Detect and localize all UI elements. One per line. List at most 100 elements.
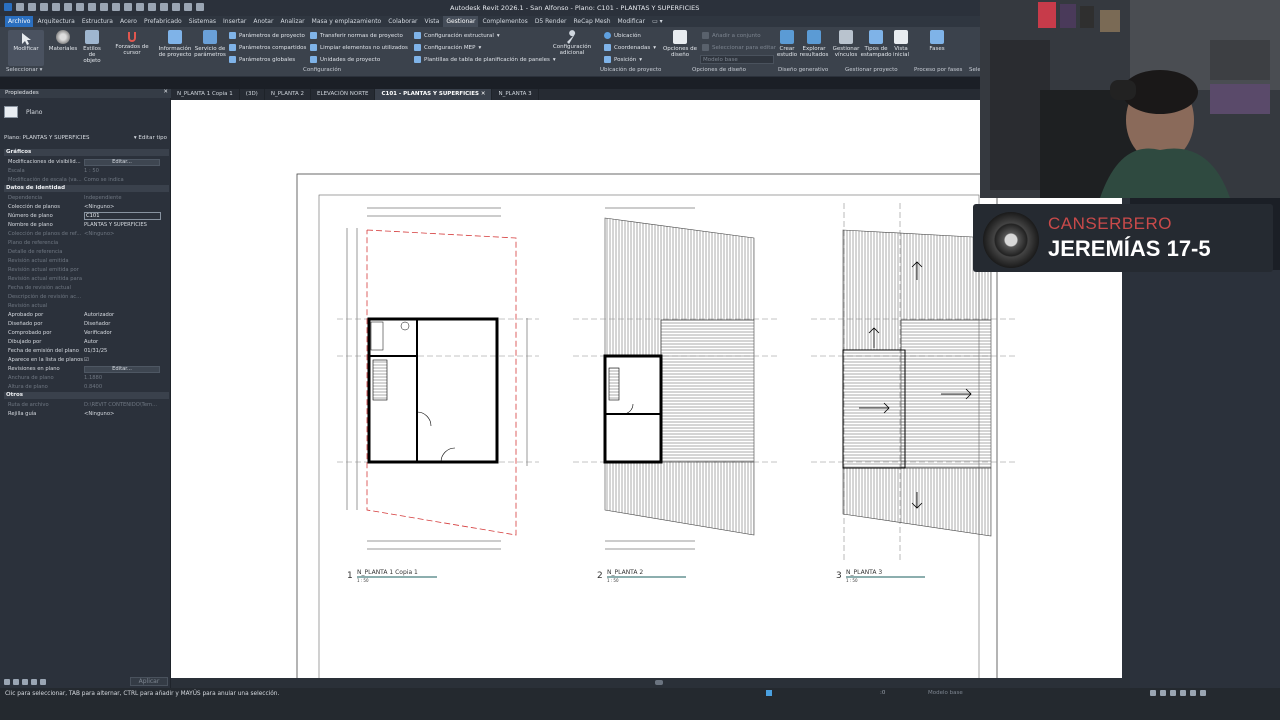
property-row[interactable]: Fecha de revisión actual [8, 284, 168, 293]
thin-lines-icon[interactable] [160, 3, 168, 11]
starting-view-button[interactable]: Vista inicial [892, 30, 910, 58]
properties-section-header[interactable]: Datos de identidad [4, 185, 169, 192]
tab-arquitectura[interactable]: Arquitectura [34, 16, 77, 27]
property-row[interactable]: Número de plano C101 [8, 212, 168, 221]
view-tab-planta3[interactable]: N_PLANTA 3 [492, 89, 539, 100]
decal-types-button[interactable]: Tipos de estampado [861, 30, 891, 58]
project-parameters-button[interactable]: Parámetros de proyecto [229, 32, 305, 39]
design-options-button[interactable]: Opciones de diseño [662, 30, 698, 58]
tab-sistemas[interactable]: Sistemas [186, 16, 219, 27]
property-row[interactable]: Anchura de plano 1.1880 [8, 374, 168, 383]
tab-analizar[interactable]: Analizar [277, 16, 307, 27]
close-hidden-icon[interactable] [172, 3, 180, 11]
property-row[interactable]: Colección de planos de ref... <Ninguno> [8, 230, 168, 239]
project-units-button[interactable]: Unidades de proyecto [310, 56, 380, 63]
tool-icon[interactable] [22, 679, 28, 685]
filter-icon[interactable] [1200, 690, 1206, 696]
position-button[interactable]: Posición ▾ [604, 56, 642, 63]
property-row[interactable]: Descripción de revisión ac... [8, 293, 168, 302]
transfer-standards-button[interactable]: Transferir normas de proyecto [310, 32, 403, 39]
property-row[interactable]: Revisión actual emitida [8, 257, 168, 266]
tab-anotar[interactable]: Anotar [250, 16, 276, 27]
tab-gestionar[interactable]: Gestionar [443, 16, 479, 27]
property-row[interactable]: Detalle de referencia [8, 248, 168, 257]
properties-section-header[interactable]: Gráficos [4, 149, 169, 156]
tab-modificar[interactable]: Modificar [615, 16, 649, 27]
property-row[interactable]: Modificación de escala (va... Como se ind… [8, 176, 168, 185]
modify-button[interactable]: Modificar [8, 30, 44, 66]
tag-icon[interactable] [112, 3, 120, 11]
tab-archivo[interactable]: Archivo [5, 16, 34, 27]
tool-icon[interactable] [13, 679, 19, 685]
horizontal-scrollbar[interactable] [171, 678, 1130, 688]
select-links-icon[interactable] [1150, 690, 1156, 696]
tab-prefabricado[interactable]: Prefabricado [141, 16, 185, 27]
property-value[interactable]: C101 [84, 212, 161, 220]
tool-icon[interactable] [40, 679, 46, 685]
customize-icon[interactable] [196, 3, 204, 11]
global-parameters-button[interactable]: Parámetros globales [229, 56, 295, 63]
snaps-button[interactable]: Forzados de cursor [106, 30, 158, 56]
manage-links-button[interactable]: Gestionar vínculos [832, 30, 860, 58]
property-row[interactable]: Diseñado por Diseñador [8, 320, 168, 329]
drag-elements-icon[interactable] [1190, 690, 1196, 696]
select-pinned-icon[interactable] [1170, 690, 1176, 696]
property-row[interactable]: Plano de referencia [8, 239, 168, 248]
tool-icon[interactable] [31, 679, 37, 685]
shared-parameters-button[interactable]: Parámetros compartidos [229, 44, 306, 51]
type-selector[interactable]: Plano [4, 103, 167, 121]
view-tab-c101[interactable]: C101 - PLANTAS Y SUPERFICIES ✕ [375, 89, 493, 100]
select-underlay-icon[interactable] [1160, 690, 1166, 696]
edit-type-button[interactable]: ▾ Editar tipo [134, 135, 167, 144]
section-icon[interactable] [148, 3, 156, 11]
project-info-button[interactable]: Información de proyecto [158, 30, 192, 58]
select-dropdown[interactable]: Seleccionar ▾ [6, 67, 42, 73]
3d-view-icon[interactable] [136, 3, 144, 11]
mep-settings-button[interactable]: Configuración MEP ▾ [414, 44, 481, 51]
properties-section-header[interactable]: Otros [4, 392, 169, 399]
property-row[interactable]: Aparece en la lista de planos ☑ [8, 356, 168, 365]
parameter-service-button[interactable]: Servicio de parámetros [194, 30, 226, 58]
location-button[interactable]: Ubicación [604, 32, 641, 39]
sync-icon[interactable] [40, 3, 48, 11]
property-row[interactable]: Aprobado por Autorizador [8, 311, 168, 320]
add-to-set-button[interactable]: Añadir a conjunto [702, 32, 761, 39]
tab-vista[interactable]: Vista [422, 16, 443, 27]
additional-settings-button[interactable]: Configuración adicional [552, 30, 592, 56]
view-tab-elevacion[interactable]: ELEVACIÓN NORTE [311, 89, 376, 100]
explore-results-button[interactable]: Explorar resultados [800, 30, 828, 58]
view-tab-3d[interactable]: (3D) [240, 89, 265, 100]
property-row[interactable]: Ruta de archivo D:\REVIT CONTENIDO\Tem... [8, 401, 168, 410]
print-icon[interactable] [76, 3, 84, 11]
create-study-button[interactable]: Crear estudio [776, 30, 798, 58]
tab-estructura[interactable]: Estructura [79, 16, 116, 27]
tab-masa[interactable]: Masa y emplazamiento [309, 16, 385, 27]
panel-schedule-templates-button[interactable]: Plantillas de tabla de planificación de … [414, 56, 556, 63]
property-row[interactable]: Escala 1 : 50 [8, 167, 168, 176]
main-model-dropdown[interactable]: Modelo base [700, 55, 774, 64]
property-row[interactable]: Nombre de plano PLANTAS Y SUPERFICIES [8, 221, 168, 230]
tab-d5-render[interactable]: D5 Render [532, 16, 570, 27]
pick-to-edit-button[interactable]: Seleccionar para editar [702, 44, 776, 51]
apply-button[interactable]: Aplicar [130, 677, 168, 686]
switch-windows-icon[interactable] [184, 3, 192, 11]
property-row[interactable]: Comprobado por Verificador [8, 329, 168, 338]
dimension-icon[interactable] [100, 3, 108, 11]
coordinates-button[interactable]: Coordenadas ▾ [604, 44, 656, 51]
property-row[interactable]: Revisiones en plano Editar... [8, 365, 168, 374]
property-row[interactable]: Altura de plano 0.8400 [8, 383, 168, 392]
revit-logo-icon[interactable] [4, 3, 12, 11]
property-row[interactable]: Rejilla guía <Ninguno> [8, 410, 168, 419]
tab-acero[interactable]: Acero [117, 16, 140, 27]
object-styles-button[interactable]: Estilos de objeto [80, 30, 104, 64]
text-icon[interactable] [124, 3, 132, 11]
measure-icon[interactable] [88, 3, 96, 11]
worksharing-icon[interactable] [766, 690, 772, 696]
active-option-dropdown[interactable]: Modelo base [928, 690, 1002, 698]
property-row[interactable]: Dibujado por Autor [8, 338, 168, 347]
tab-complementos[interactable]: Complementos [479, 16, 530, 27]
tab-recap-mesh[interactable]: ReCap Mesh [571, 16, 614, 27]
select-face-icon[interactable] [1180, 690, 1186, 696]
close-icon[interactable]: ✕ [163, 89, 168, 95]
property-row[interactable]: Revisión actual emitida por [8, 266, 168, 275]
